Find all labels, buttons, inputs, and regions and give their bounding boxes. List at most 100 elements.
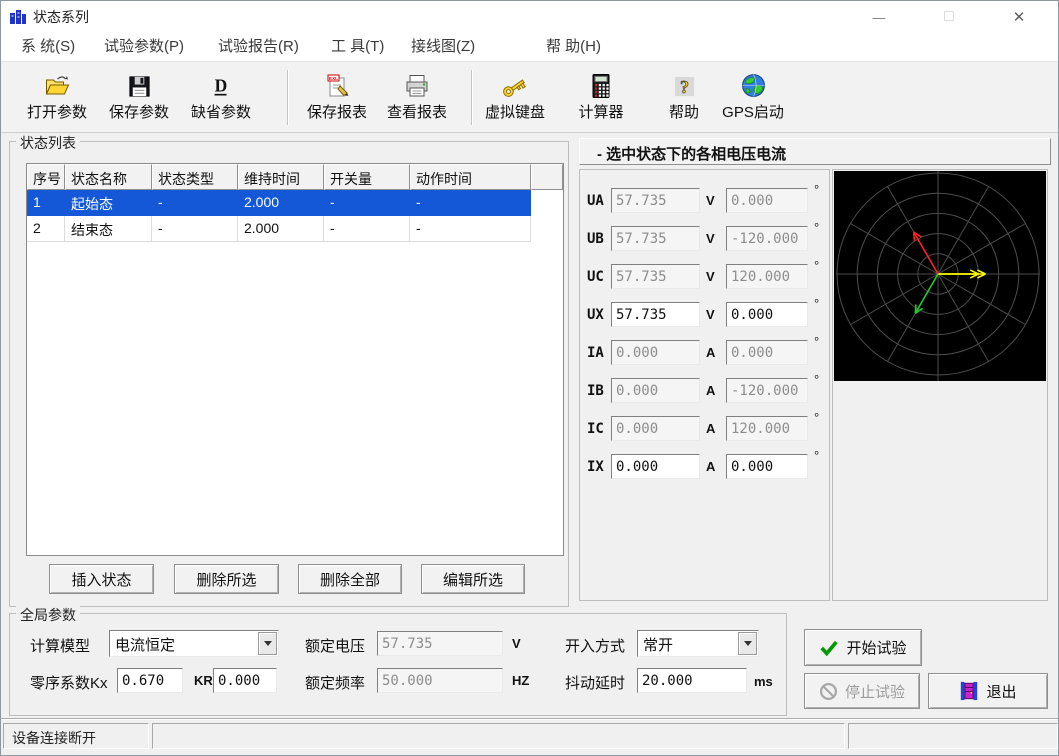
ux-magnitude-field[interactable] (611, 302, 700, 327)
ia-magnitude-field (611, 340, 700, 365)
toolbar: 打开参数 保存参数 D 缺省参 (1, 62, 1058, 133)
table-row[interactable]: 1 起始态 - 2.000 - - (27, 190, 531, 216)
globe-icon (740, 67, 767, 99)
cell-state-type: - (152, 190, 238, 216)
input-mode-label: 开入方式 (565, 635, 625, 656)
ux-angle-field[interactable] (726, 302, 808, 327)
rated-freq-unit: HZ (512, 673, 529, 688)
svg-text:D: D (215, 76, 228, 96)
menu-wiring-diagram[interactable]: 接线图(Z) (407, 33, 479, 61)
ia-unit: A (706, 345, 715, 360)
ib-unit: A (706, 383, 715, 398)
stop-test-label: 停止试验 (845, 681, 905, 702)
column-header-switch[interactable]: 开关量 (324, 164, 410, 190)
ua-magnitude-field (611, 188, 700, 213)
menu-system[interactable]: 系 统(S) (17, 33, 79, 61)
phase-label-ic: IC (587, 421, 604, 437)
maximize-icon: □ (944, 8, 954, 26)
svg-text:?: ? (679, 77, 688, 97)
open-folder-icon (44, 67, 71, 99)
ib-angle-field (726, 378, 808, 403)
window-title: 状态系列 (33, 1, 89, 33)
ua-unit: V (706, 193, 715, 208)
state-list-group-title: 状态列表 (16, 133, 80, 153)
key-icon (500, 67, 530, 99)
toolbar-default-params[interactable]: D 缺省参数 (179, 67, 263, 129)
edit-selected-label: 编辑所选 (443, 569, 503, 590)
combo-dropdown-button[interactable] (738, 632, 757, 655)
rated-voltage-label: 额定电压 (305, 635, 365, 656)
global-params-groupbox: 全局参数 计算模型 电流恒定 额定电压 V 零序系数Kx KR 额定频率 HZ … (9, 613, 787, 716)
rated-freq-field (377, 668, 503, 693)
kr-field[interactable] (213, 668, 277, 693)
global-params-group-title: 全局参数 (16, 605, 80, 625)
uc-unit: V (706, 269, 715, 284)
state-table: 序号 状态名称 状态类型 维持时间 开关量 动作时间 1 起始态 - 2.000… (26, 163, 564, 556)
cell-switch: - (324, 190, 410, 216)
close-icon: ✕ (1013, 8, 1026, 26)
debounce-field[interactable] (637, 668, 747, 693)
toolbar-separator (287, 70, 289, 125)
table-row[interactable]: 2 结束态 - 2.000 - - (27, 216, 531, 242)
maximize-button[interactable]: □ (926, 1, 972, 33)
toolbar-save-report[interactable]: EXL 保存报表 (295, 67, 379, 129)
phase-fields-panel: UA V ° UB V ° UC V ° UX V ° IA A ° IB A … (579, 169, 830, 601)
status-message-cell (152, 723, 845, 749)
toolbar-view-report[interactable]: 查看报表 (375, 67, 459, 129)
edit-selected-button[interactable]: 编辑所选 (421, 564, 525, 594)
degree-symbol: ° (814, 182, 819, 197)
column-header-action-time[interactable]: 动作时间 (410, 164, 531, 190)
minimize-icon: — (873, 10, 886, 25)
ix-angle-field[interactable] (726, 454, 808, 479)
combo-dropdown-button[interactable] (258, 632, 277, 655)
minimize-button[interactable]: — (856, 1, 902, 33)
cell-state-name: 结束态 (65, 216, 152, 242)
title-bar: 状态系列 — □ ✕ (1, 1, 1058, 33)
menu-tools[interactable]: 工 具(T) (327, 33, 388, 61)
status-extra-cell (848, 723, 1058, 749)
help-icon: ? (672, 67, 697, 99)
toolbar-save-params[interactable]: 保存参数 (97, 67, 181, 129)
delete-selected-button[interactable]: 删除所选 (174, 564, 279, 594)
exit-door-icon (959, 680, 979, 702)
delete-all-button[interactable]: 删除全部 (298, 564, 402, 594)
degree-symbol: ° (814, 448, 819, 463)
column-header-hold-time[interactable]: 维持时间 (238, 164, 324, 190)
uc-magnitude-field (611, 264, 700, 289)
rated-freq-label: 额定频率 (305, 672, 365, 693)
toolbar-gps-start[interactable]: GPS启动 (711, 67, 795, 129)
insert-state-label: 插入状态 (71, 569, 131, 590)
zero-seq-kx-field[interactable] (117, 668, 183, 693)
close-button[interactable]: ✕ (996, 1, 1042, 33)
calc-model-value: 电流恒定 (115, 634, 175, 655)
phase-label-ia: IA (587, 345, 604, 361)
insert-state-button[interactable]: 插入状态 (49, 564, 154, 594)
ic-magnitude-field (611, 416, 700, 441)
start-test-button[interactable]: 开始试验 (804, 629, 922, 666)
degree-symbol: ° (814, 296, 819, 311)
menu-test-params[interactable]: 试验参数(P) (100, 33, 188, 61)
toolbar-calculator[interactable]: 计算器 (559, 67, 643, 129)
cell-index: 2 (27, 216, 65, 242)
phasor-panel (832, 169, 1048, 601)
stop-test-button: 停止试验 (804, 673, 920, 709)
column-header-index[interactable]: 序号 (27, 164, 65, 190)
menu-help[interactable]: 帮 助(H) (542, 33, 605, 61)
zero-seq-label: 零序系数Kx (30, 672, 108, 693)
column-header-state-type[interactable]: 状态类型 (152, 164, 238, 190)
ix-magnitude-field[interactable] (611, 454, 700, 479)
calc-model-combobox[interactable]: 电流恒定 (109, 630, 279, 657)
phasor-diagram (834, 171, 1046, 381)
exit-button[interactable]: 退出 (928, 673, 1048, 709)
menu-test-report[interactable]: 试验报告(R) (214, 33, 303, 61)
uc-angle-field (726, 264, 808, 289)
phase-label-ib: IB (587, 383, 604, 399)
toolbar-open-params[interactable]: 打开参数 (15, 67, 99, 129)
input-mode-combobox[interactable]: 常开 (637, 630, 759, 657)
save-report-icon: EXL (324, 67, 350, 99)
rated-voltage-unit: V (512, 636, 521, 651)
cell-hold-time: 2.000 (238, 190, 324, 216)
column-header-state-name[interactable]: 状态名称 (65, 164, 152, 190)
toolbar-virtual-keyboard[interactable]: 虚拟键盘 (473, 67, 557, 129)
phase-label-ix: IX (587, 459, 604, 475)
